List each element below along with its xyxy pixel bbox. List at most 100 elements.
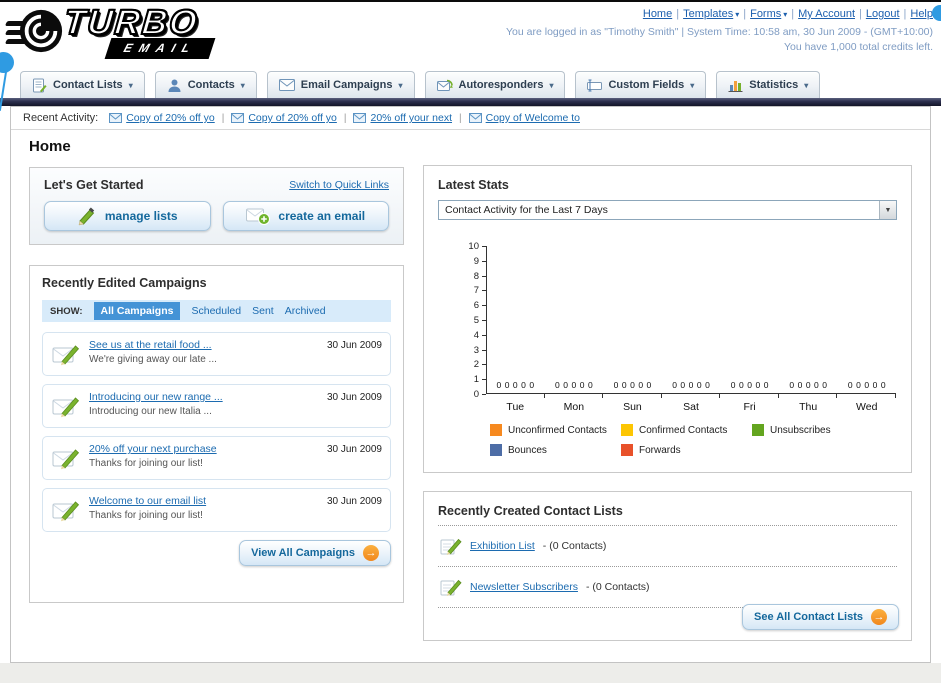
get-started-panel: Let's Get Started Switch to Quick Links …	[29, 167, 404, 245]
chart-day-group: 0 0 0 0 0 Sat	[662, 380, 721, 413]
y-axis-tick: 7	[474, 285, 486, 296]
campaign-row: See us at the retail food ... We're givi…	[42, 332, 391, 376]
filter-all-campaigns[interactable]: All Campaigns	[93, 302, 181, 320]
recent-activity-link[interactable]: 20% off your next	[370, 112, 452, 124]
manage-lists-button[interactable]: manage lists	[44, 201, 211, 231]
campaign-link[interactable]: See us at the retail food ...	[89, 339, 304, 351]
contact-list-item: Newsletter Subscribers - (0 Contacts)	[438, 574, 897, 600]
legend-item: Unsubscribes	[752, 424, 883, 436]
get-started-title: Let's Get Started	[44, 178, 144, 192]
tab-email-campaigns[interactable]: Email Campaigns ▾	[266, 71, 415, 98]
campaign-link[interactable]: Welcome to our email list	[89, 495, 304, 507]
arrow-circle-icon: →	[363, 545, 379, 561]
contact-list-item: Exhibition List - (0 Contacts)	[438, 533, 897, 559]
app-logo[interactable]: TURBO EMAIL	[4, 2, 266, 67]
header: TURBO EMAIL Home | Templates ▾ | Forms ▾ | My Ac…	[0, 2, 941, 70]
chevron-down-icon: ▾	[804, 80, 809, 90]
contact-list-link[interactable]: Exhibition List	[470, 540, 535, 552]
chart-day-group: 0 0 0 0 0 Thu	[779, 380, 838, 413]
chevron-down-icon: ▾	[128, 80, 133, 90]
campaign-edit-icon	[52, 501, 80, 522]
tab-custom-fields[interactable]: Custom Fields ▾	[575, 71, 707, 98]
recent-activity-link[interactable]: Copy of 20% off yo	[248, 112, 337, 124]
campaign-link[interactable]: Introducing our new range ...	[89, 391, 304, 403]
chevron-down-icon: ▾	[735, 10, 740, 19]
recent-activity-label: Recent Activity:	[23, 112, 99, 124]
contact-activity-chart: 10 9 8 7 6 5 4 3 2 1 0 0 0 0 0 0 Tue 0 0 0 0 0 Mon 0 0 0 0 0 Sun 0 0 0…	[438, 224, 897, 464]
link-separator: |	[676, 8, 680, 20]
chart-plot-area	[486, 246, 896, 394]
x-axis-label: Mon	[563, 401, 585, 413]
legend-item: Forwards	[621, 444, 752, 456]
view-all-campaigns-button[interactable]: View All Campaigns →	[239, 540, 391, 566]
filter-scheduled[interactable]: Scheduled	[191, 305, 241, 317]
activity-separator: |	[459, 112, 462, 124]
x-axis-label: Sat	[683, 401, 699, 413]
main-nav: Contact Lists ▾ Contacts ▾ Email Campaigns…	[20, 71, 821, 98]
campaign-filter-bar: SHOW: All Campaigns Scheduled Sent Archi…	[42, 300, 391, 322]
recent-activity-link[interactable]: Copy of 20% off yo	[126, 112, 215, 124]
recent-activity-link[interactable]: Copy of Welcome to	[486, 112, 580, 124]
legend-swatch-icon	[621, 424, 633, 436]
campaign-date: 30 Jun 2009	[326, 340, 382, 351]
top-link-forms[interactable]: Forms ▾	[750, 8, 787, 20]
top-link-help[interactable]: Help	[910, 8, 933, 20]
campaign-link[interactable]: 20% off your next purchase	[89, 443, 304, 455]
legend-item: Bounces	[490, 444, 621, 456]
arrow-circle-icon: →	[871, 609, 887, 625]
tab-statistics[interactable]: Statistics ▾	[716, 71, 821, 98]
y-axis-tick: 2	[474, 359, 486, 370]
create-email-button[interactable]: create an email	[222, 201, 389, 231]
top-link-templates[interactable]: Templates ▾	[683, 8, 739, 20]
x-axis-label: Thu	[799, 401, 818, 413]
chart-y-axis: 10 9 8 7 6 5 4 3 2 1 0	[438, 224, 486, 409]
page-title: Home	[29, 138, 71, 155]
latest-stats-panel: Latest Stats Contact Activity for the La…	[423, 165, 912, 473]
see-all-lists-button[interactable]: See All Contact Lists →	[741, 604, 899, 630]
link-separator: |	[859, 8, 862, 20]
campaign-edit-icon	[52, 449, 80, 470]
top-link-logout[interactable]: Logout	[866, 8, 900, 20]
pencil-icon	[78, 207, 95, 226]
contact-list-link[interactable]: Newsletter Subscribers	[470, 581, 578, 593]
top-link-home[interactable]: Home	[643, 8, 672, 20]
chart-legend: Unconfirmed Contacts Confirmed Contacts Un…	[490, 424, 910, 464]
filter-sent[interactable]: Sent	[252, 305, 274, 317]
filter-archived[interactable]: Archived	[285, 305, 326, 317]
main-content: Recent Activity: Copy of 20% off yo | Co…	[10, 106, 931, 663]
custom-fields-icon	[587, 79, 603, 91]
stats-title: Latest Stats	[438, 178, 509, 192]
envelope-plus-icon	[246, 208, 271, 225]
campaign-edit-icon	[52, 345, 80, 366]
top-link-my-account[interactable]: My Account	[798, 8, 855, 20]
campaign-row: Introducing our new range ... Introducin…	[42, 384, 391, 428]
activity-separator: |	[221, 112, 225, 124]
contact-lists-title: Recently Created Contact Lists	[438, 504, 623, 518]
contact-list-count: - (0 Contacts)	[585, 581, 650, 593]
switch-quick-links-link[interactable]: Switch to Quick Links	[289, 179, 389, 191]
select-value: Contact Activity for the Last 7 Days	[445, 204, 608, 216]
logo-title: TURBO	[61, 2, 201, 43]
x-axis-label: Tue	[506, 401, 525, 413]
tab-contact-lists[interactable]: Contact Lists ▾	[20, 71, 145, 98]
logo-subtitle: EMAIL	[121, 40, 199, 55]
tab-autoresponders[interactable]: Autoresponders ▾	[424, 71, 566, 98]
envelope-icon	[231, 113, 245, 123]
recent-activity-item: Copy of 20% off yo	[109, 112, 215, 124]
stats-period-select[interactable]: Contact Activity for the Last 7 Days ▼	[438, 200, 897, 220]
y-axis-tick: 10	[468, 241, 486, 252]
autoresponders-icon	[436, 79, 453, 91]
x-axis-label: Sun	[623, 401, 642, 413]
link-separator: |	[903, 8, 907, 20]
y-axis-tick: 9	[474, 256, 486, 267]
envelope-icon	[353, 113, 367, 123]
dotted-divider	[438, 525, 897, 526]
logo-swirl-icon	[19, 9, 63, 53]
y-axis-tick: 0	[474, 389, 486, 400]
campaign-date: 30 Jun 2009	[326, 392, 382, 403]
tab-contacts[interactable]: Contacts ▾	[154, 71, 257, 98]
email-campaigns-icon	[278, 79, 295, 91]
y-axis-tick: 6	[474, 300, 486, 311]
nav-divider-bar	[0, 98, 941, 106]
legend-swatch-icon	[621, 444, 633, 456]
